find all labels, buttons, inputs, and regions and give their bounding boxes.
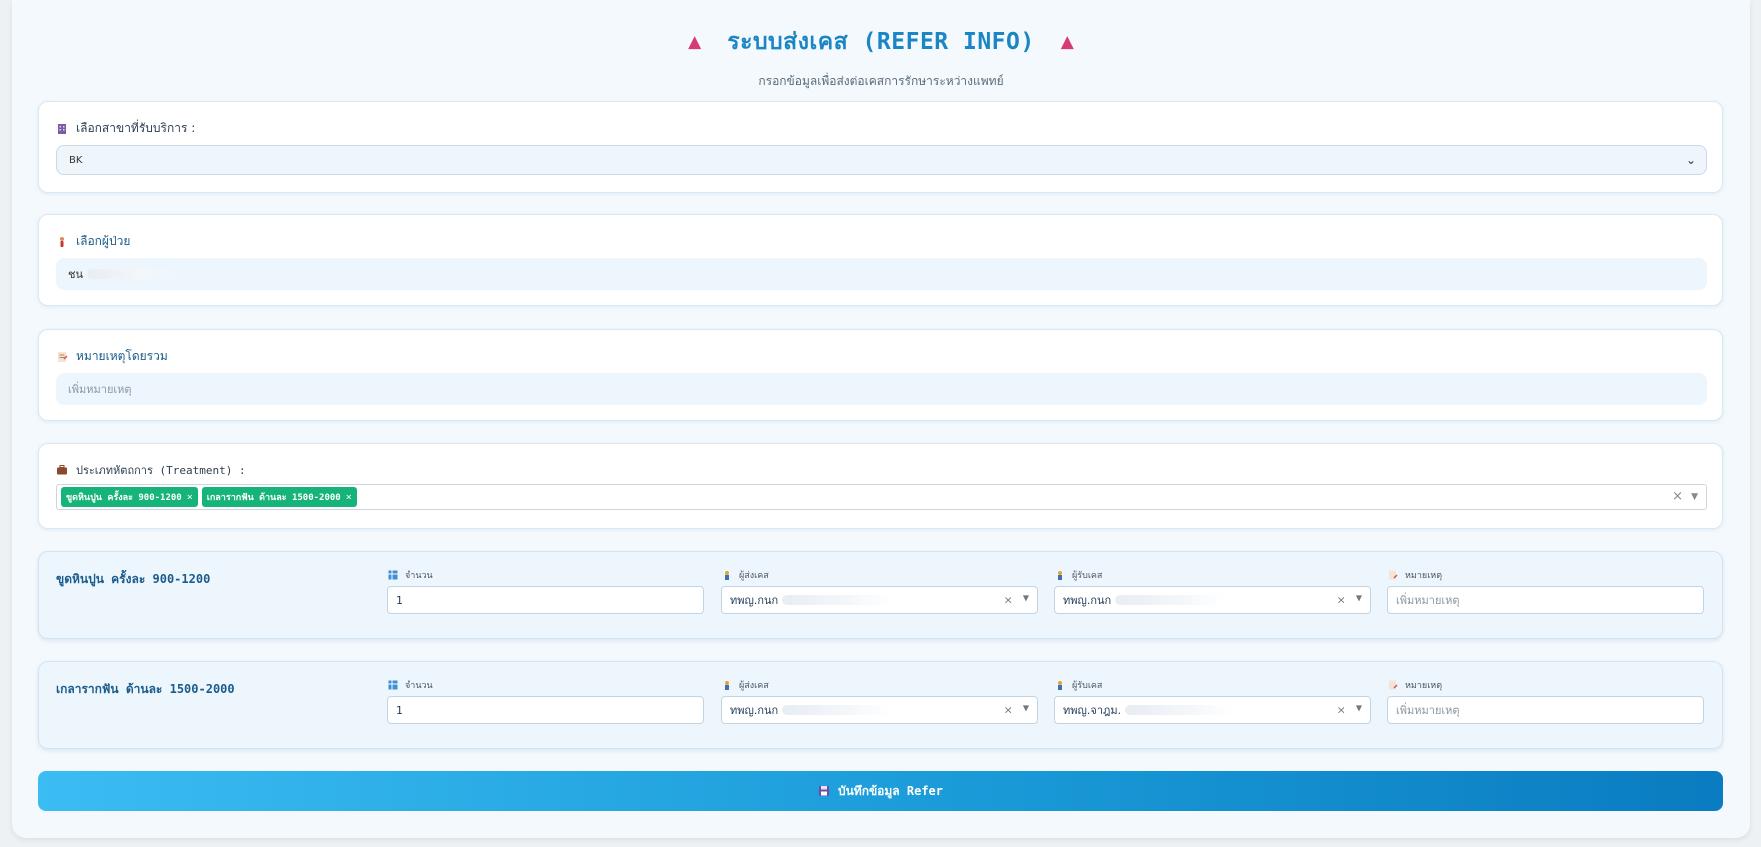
memo-icon: [1387, 569, 1399, 581]
chevron-down-icon[interactable]: ▼: [1023, 594, 1029, 607]
patient-value: ชน: [68, 268, 83, 281]
clear-icon[interactable]: ×: [1337, 594, 1346, 607]
floppy-disk-icon: [818, 785, 830, 797]
patient-label-row: เลือกผู้ป่วย: [56, 232, 130, 251]
remark-placeholder: เพิ่มหมายเหตุ: [1396, 594, 1460, 607]
doctor-icon: [1054, 679, 1066, 691]
receiver-value-redacted: [1115, 595, 1226, 605]
triangle-left-icon: ▲: [688, 31, 702, 52]
sender-value: ทพญ.กนก: [730, 704, 779, 717]
sender-label: ผู้ส่งเคส: [739, 681, 769, 691]
receiver-label: ผู้รับเคส: [1072, 681, 1103, 691]
remark-column: หมายเหตุ เพิ่มหมายเหตุ: [1387, 679, 1704, 724]
treatment-detail-card: เกลารากฟัน ด้านละ 1500-2000 จำนวน 1 ผู้ส…: [38, 661, 1723, 749]
receiver-value: ทพญ.กนก: [1063, 594, 1112, 607]
receiver-label: ผู้รับเคส: [1072, 571, 1103, 581]
patient-card: เลือกผู้ป่วย ชน: [38, 214, 1723, 306]
briefcase-icon: [56, 464, 68, 476]
tag-remove-icon[interactable]: ×: [187, 492, 193, 503]
treatment-tag-label: เกลารากฟัน ด้านละ 1500-2000: [206, 493, 341, 503]
treatment-type-label-row: ประเภทหัตถการ (Treatment) :: [56, 461, 246, 479]
note-card: หมายเหตุโดยรวม เพิ่มหมายเหตุ: [38, 329, 1723, 421]
memo-icon: [1387, 679, 1399, 691]
table-icon: [387, 679, 399, 691]
branch-label-row: เลือกสาขาที่รับบริการ :: [56, 119, 195, 138]
treatment-type-card: ประเภทหัตถการ (Treatment) : ขูดหินปูน คร…: [38, 443, 1723, 529]
remark-input[interactable]: เพิ่มหมายเหตุ: [1387, 696, 1704, 724]
quantity-label: จำนวน: [405, 571, 433, 581]
sender-label: ผู้ส่งเคส: [739, 571, 769, 581]
treatment-detail-card: ขูดหินปูน ครั้งละ 900-1200 จำนวน 1 ผู้ส่…: [38, 551, 1723, 639]
receiver-column: ผู้รับเคส ทพญ.จาฎม. × ▼: [1054, 679, 1371, 724]
building-icon: [56, 123, 68, 135]
remark-input[interactable]: เพิ่มหมายเหตุ: [1387, 586, 1704, 614]
treatment-tag: ขูดหินปูน ครั้งละ 900-1200 ×: [61, 487, 198, 507]
refer-form-page: ▲ ระบบส่งเคส (REFER INFO) ▲ กรอกข้อมูลเพ…: [12, 0, 1750, 838]
branch-select[interactable]: BK ⌄: [56, 145, 1707, 175]
sender-value-redacted: [782, 705, 893, 715]
remark-column: หมายเหตุ เพิ่มหมายเหตุ: [1387, 569, 1704, 614]
clear-icon[interactable]: ×: [1004, 594, 1013, 607]
patient-select[interactable]: ชน: [56, 258, 1707, 290]
chevron-down-icon[interactable]: ▼: [1356, 594, 1362, 607]
sender-value-redacted: [782, 595, 893, 605]
doctor-icon: [721, 569, 733, 581]
sender-value: ทพญ.กนก: [730, 594, 779, 607]
treatment-tag: เกลารากฟัน ด้านละ 1500-2000 ×: [201, 487, 357, 507]
person-icon: [56, 236, 68, 248]
quantity-value: 1: [396, 593, 403, 607]
note-label-row: หมายเหตุโดยรวม: [56, 347, 168, 366]
patient-value-redacted: [87, 269, 177, 279]
page-title: ระบบส่งเคส (REFER INFO): [727, 29, 1035, 55]
sender-select[interactable]: ทพญ.กนก × ▼: [721, 696, 1038, 724]
receiver-select[interactable]: ทพญ.จาฎม. × ▼: [1054, 696, 1371, 724]
branch-card: เลือกสาขาที่รับบริการ : BK ⌄: [38, 101, 1723, 193]
receiver-column: ผู้รับเคส ทพญ.กนก × ▼: [1054, 569, 1371, 614]
header: ▲ ระบบส่งเคส (REFER INFO) ▲ กรอกข้อมูลเพ…: [12, 24, 1750, 91]
clear-icon[interactable]: ×: [1004, 704, 1013, 717]
receiver-value: ทพญ.จาฎม.: [1063, 704, 1122, 717]
patient-label: เลือกผู้ป่วย: [76, 234, 131, 248]
receiver-select[interactable]: ทพญ.กนก × ▼: [1054, 586, 1371, 614]
quantity-column: จำนวน 1: [387, 569, 704, 614]
doctor-icon: [1054, 569, 1066, 581]
receiver-value-redacted: [1125, 705, 1236, 715]
save-refer-label: บันทึกข้อมูล Refer: [837, 783, 944, 798]
treatment-name: เกลารากฟัน ด้านละ 1500-2000: [56, 682, 235, 696]
quantity-column: จำนวน 1: [387, 679, 704, 724]
sender-select[interactable]: ทพญ.กนก × ▼: [721, 586, 1038, 614]
branch-select-value: BK: [69, 154, 83, 166]
sender-column: ผู้ส่งเคส ทพญ.กนก × ▼: [721, 569, 1038, 614]
clear-all-icon[interactable]: ×: [1672, 489, 1683, 505]
quantity-label: จำนวน: [405, 681, 433, 691]
doctor-icon: [721, 679, 733, 691]
quantity-value: 1: [396, 703, 403, 717]
branch-label: เลือกสาขาที่รับบริการ :: [76, 121, 196, 135]
remark-label: หมายเหตุ: [1405, 681, 1443, 691]
tag-remove-icon[interactable]: ×: [346, 492, 352, 503]
chevron-down-icon[interactable]: ▼: [1023, 704, 1029, 717]
treatment-tag-label: ขูดหินปูน ครั้งละ 900-1200: [66, 493, 182, 503]
treatment-type-label: ประเภทหัตถการ (Treatment) :: [76, 464, 246, 477]
save-refer-button[interactable]: บันทึกข้อมูล Refer: [38, 771, 1723, 811]
chevron-down-icon[interactable]: ▼: [1691, 489, 1698, 505]
table-icon: [387, 569, 399, 581]
clear-icon[interactable]: ×: [1337, 704, 1346, 717]
treatment-name: ขูดหินปูน ครั้งละ 900-1200: [56, 572, 211, 586]
remark-label: หมายเหตุ: [1405, 571, 1443, 581]
note-label: หมายเหตุโดยรวม: [76, 349, 168, 363]
sender-column: ผู้ส่งเคส ทพญ.กนก × ▼: [721, 679, 1038, 724]
note-placeholder: เพิ่มหมายเหตุ: [68, 383, 132, 396]
chevron-down-icon: ⌄: [1685, 153, 1696, 167]
quantity-input[interactable]: 1: [387, 586, 704, 614]
quantity-input[interactable]: 1: [387, 696, 704, 724]
triangle-right-icon: ▲: [1060, 31, 1074, 52]
memo-icon: [56, 351, 68, 363]
treatment-multiselect[interactable]: ขูดหินปูน ครั้งละ 900-1200 × เกลารากฟัน …: [56, 484, 1707, 510]
page-subtitle: กรอกข้อมูลเพื่อส่งต่อเคสการรักษาระหว่างแ…: [758, 74, 1004, 88]
remark-placeholder: เพิ่มหมายเหตุ: [1396, 704, 1460, 717]
chevron-down-icon[interactable]: ▼: [1356, 704, 1362, 717]
note-input[interactable]: เพิ่มหมายเหตุ: [56, 373, 1707, 405]
